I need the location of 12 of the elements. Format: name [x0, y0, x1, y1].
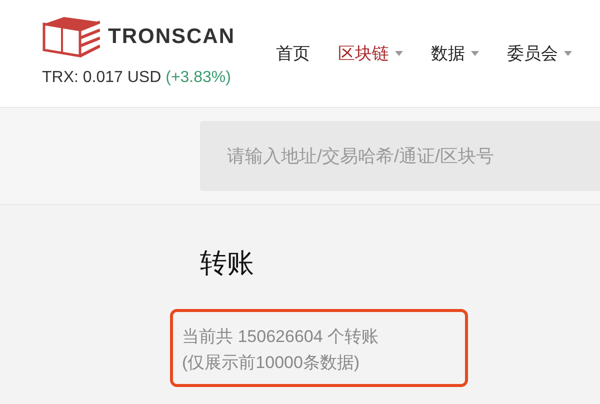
nav-item[interactable]: 区块链 [338, 42, 403, 65]
price-label: TRX: 0.017 USD [42, 69, 162, 86]
page-title: 转账 [200, 247, 255, 280]
nav-item[interactable]: 数据 [431, 42, 479, 65]
nav-item[interactable]: 委员会 [507, 42, 572, 65]
price-change: (+3.83%) [166, 69, 231, 86]
brand-name: TRONSCAN [108, 25, 235, 49]
logo-icon [42, 16, 100, 58]
nav-item[interactable]: 首页 [276, 42, 310, 65]
summary-text: 当前共 150626604 个转账 [182, 326, 380, 348]
summary-text: (仅展示前10000条数据) [182, 352, 361, 374]
search-field[interactable]: 请输入地址/交易哈希/通证/区块号 [200, 121, 600, 191]
